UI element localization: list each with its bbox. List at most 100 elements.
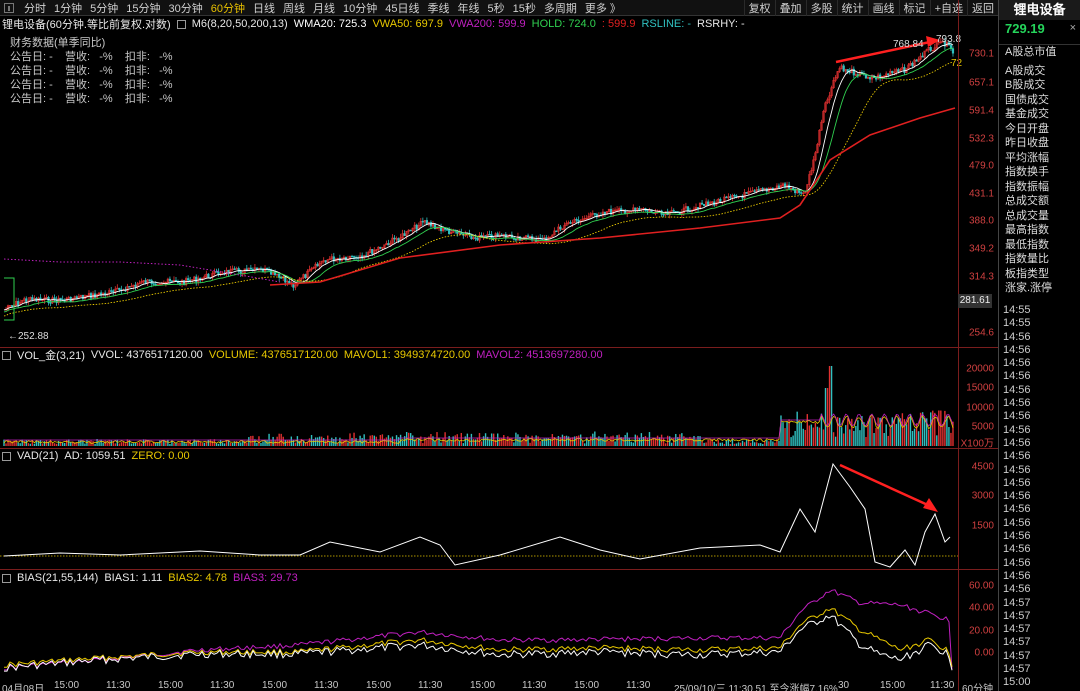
price-tick: 479.0 bbox=[968, 160, 994, 172]
volume-bar bbox=[762, 443, 764, 446]
settings-square-icon[interactable] bbox=[2, 350, 11, 360]
volume-bar bbox=[505, 439, 507, 446]
volume-bar bbox=[5, 443, 7, 446]
stat-menu-item[interactable]: A股总市值 bbox=[999, 45, 1080, 60]
volume-bar bbox=[513, 442, 515, 446]
volume-bar bbox=[503, 435, 505, 446]
volume-bar bbox=[29, 443, 32, 446]
volume-bar bbox=[766, 440, 768, 446]
volume-bar bbox=[169, 443, 171, 446]
volume-bar bbox=[442, 438, 444, 446]
stat-menu-item[interactable]: A股成交 bbox=[999, 64, 1080, 79]
candle-body bbox=[800, 192, 803, 194]
tick-time: 14:56 bbox=[1003, 583, 1031, 596]
volume-bar bbox=[725, 440, 728, 446]
stat-menu-item[interactable]: 最高指数 bbox=[999, 223, 1080, 238]
candle-body bbox=[144, 280, 147, 284]
volume-bar bbox=[391, 436, 394, 446]
volume-bar bbox=[768, 441, 770, 446]
volume-bar bbox=[476, 437, 479, 446]
volume-bar bbox=[557, 435, 560, 446]
volume-bar bbox=[389, 437, 392, 446]
stat-menu-item[interactable]: 指数振幅 bbox=[999, 180, 1080, 195]
volume-bar bbox=[274, 440, 276, 446]
vad-header: VAD(21) AD: 1059.51 ZERO: 0.00 bbox=[0, 449, 190, 463]
volume-bar bbox=[820, 413, 823, 446]
volume-bar bbox=[794, 430, 796, 446]
volume-bar bbox=[677, 437, 679, 446]
candle-body bbox=[112, 290, 115, 293]
stat-menu-item[interactable]: 总成交量 bbox=[999, 209, 1080, 224]
close-x-icon[interactable]: × bbox=[1070, 22, 1076, 34]
candle-body bbox=[152, 283, 155, 285]
candle-body bbox=[17, 301, 20, 306]
volume-bar bbox=[571, 437, 574, 446]
tick-time: 14:56 bbox=[1003, 543, 1031, 556]
volume-bar bbox=[424, 437, 426, 446]
volume-bar bbox=[310, 434, 313, 446]
volume-value: VOLUME: 4376517120.00 bbox=[208, 349, 338, 361]
volume-bar bbox=[412, 435, 414, 446]
bias1-line bbox=[4, 615, 953, 672]
stat-menu-item[interactable]: 总成交额 bbox=[999, 194, 1080, 209]
volume-bar bbox=[942, 423, 944, 446]
volume-bar bbox=[545, 438, 547, 446]
candle-body bbox=[729, 196, 732, 198]
stat-menu-item[interactable]: 国债成交 bbox=[999, 93, 1080, 108]
stat-menu-item[interactable]: 涨家.涨停 bbox=[999, 281, 1080, 296]
stat-menu-item[interactable]: 指数量比 bbox=[999, 252, 1080, 267]
volume-bar bbox=[335, 437, 337, 446]
candle-body bbox=[195, 276, 198, 283]
volume-bar bbox=[373, 435, 375, 446]
settings-square-icon[interactable] bbox=[2, 451, 11, 461]
stat-menu-item[interactable]: 指数换手 bbox=[999, 165, 1080, 180]
volume-bar bbox=[753, 442, 756, 446]
volume-bar bbox=[416, 439, 418, 446]
candle-body bbox=[393, 237, 396, 240]
volume-bar bbox=[258, 436, 260, 446]
stat-menu-item[interactable]: 平均涨幅 bbox=[999, 151, 1080, 166]
tick-time: 15:00 bbox=[1003, 676, 1031, 689]
volume-bar bbox=[790, 437, 792, 446]
candle-body bbox=[128, 286, 131, 288]
volume-bar bbox=[43, 441, 46, 446]
volume-bar bbox=[796, 411, 798, 446]
candle-body bbox=[189, 279, 192, 282]
volume-bar bbox=[55, 443, 58, 446]
volume-bar bbox=[893, 419, 895, 446]
volume-bar bbox=[622, 437, 624, 446]
kline-chart-canvas[interactable]: 768.84 793.8←252.8872 bbox=[0, 0, 998, 691]
settings-square-icon[interactable] bbox=[2, 573, 11, 583]
volume-bar bbox=[923, 417, 926, 446]
volume-bar bbox=[462, 443, 465, 446]
volume-bar bbox=[666, 435, 669, 446]
stat-menu-item[interactable]: B股成交 bbox=[999, 78, 1080, 93]
volume-bar bbox=[68, 439, 70, 446]
time-axis-label: 11:30 bbox=[314, 680, 339, 691]
volume-bar bbox=[869, 417, 871, 446]
volume-bar bbox=[816, 426, 819, 446]
stat-menu-item[interactable]: 昨日收盘 bbox=[999, 136, 1080, 151]
volume-bar bbox=[638, 437, 641, 446]
volume-bar bbox=[492, 433, 495, 446]
candle-body bbox=[324, 260, 327, 263]
tick-time: 14:55 bbox=[1003, 317, 1031, 330]
volume-bar bbox=[727, 439, 730, 446]
volume-bar bbox=[270, 439, 272, 446]
stat-menu-item[interactable]: 最低指数 bbox=[999, 238, 1080, 253]
candle-body bbox=[304, 274, 307, 279]
volume-bar bbox=[648, 432, 651, 446]
stat-menu-item[interactable]: 板指类型 bbox=[999, 267, 1080, 282]
volume-bar bbox=[745, 440, 748, 446]
volume-bar bbox=[695, 438, 697, 446]
stat-menu-item[interactable]: 基金成交 bbox=[999, 107, 1080, 122]
candle-body bbox=[484, 235, 487, 237]
volume-bar bbox=[577, 435, 580, 446]
tick-time: 14:56 bbox=[1003, 410, 1031, 423]
volume-bar bbox=[901, 413, 904, 446]
volume-bar bbox=[701, 440, 703, 446]
volume-bar bbox=[608, 440, 610, 446]
tick-time: 14:56 bbox=[1003, 556, 1031, 569]
stat-menu-item[interactable]: 今日开盘 bbox=[999, 122, 1080, 137]
bias-name: BIAS(21,55,144) bbox=[17, 572, 99, 584]
